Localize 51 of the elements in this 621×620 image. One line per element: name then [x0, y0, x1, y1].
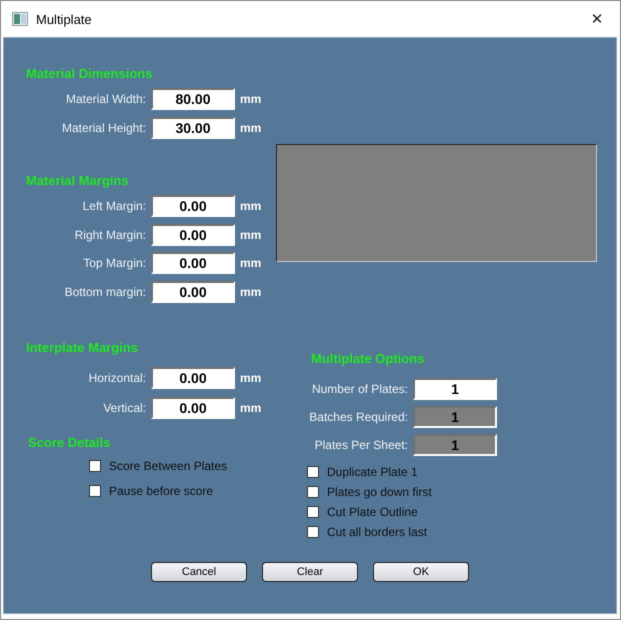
field-label: Right Margin: — [74, 228, 147, 242]
number-field[interactable]: 0.00 — [151, 280, 235, 303]
app-icon — [12, 12, 28, 26]
section-heading: Material Dimensions — [26, 66, 154, 82]
unit-label: mm — [240, 400, 262, 415]
dialog-button[interactable]: Cancel — [151, 562, 247, 582]
number-field[interactable]: 30.00 — [151, 116, 235, 139]
unit-label: mm — [240, 92, 262, 106]
section-heading: Interplate Margins — [26, 340, 139, 356]
unit-label: mm — [240, 120, 262, 135]
window-title: Multiplate — [36, 12, 92, 26]
checkbox-label: Plates go down first — [327, 484, 432, 498]
checkbox[interactable] — [89, 485, 101, 498]
checkbox[interactable] — [307, 506, 319, 518]
number-field[interactable]: 0.00 — [151, 252, 235, 274]
unit-label: mm — [240, 228, 262, 242]
field-label: Material Height: — [60, 120, 147, 135]
field-label: Plates Per Sheet: — [314, 438, 409, 452]
checkbox-label: Score Between Plates — [109, 459, 228, 474]
unit-label: mm — [240, 256, 262, 270]
section-heading: Score Details — [28, 434, 112, 451]
unit-label: mm — [240, 370, 262, 385]
dialog-button[interactable]: OK — [373, 562, 469, 582]
field-label: Left Margin: — [82, 199, 147, 214]
field-label: Top Margin: — [82, 256, 147, 270]
field-label: Horizontal: — [88, 370, 147, 385]
checkbox-label: Pause before score — [109, 484, 214, 498]
field-label: Material Width: — [64, 92, 147, 106]
unit-label: mm — [240, 284, 262, 299]
field-label: Vertical: — [102, 400, 147, 415]
checkbox[interactable] — [89, 460, 101, 472]
field-label: Bottom margin: — [64, 284, 147, 299]
checkbox-label: Duplicate Plate 1 — [327, 464, 418, 478]
unit-label: mm — [240, 199, 262, 214]
number-field[interactable]: 1 — [413, 378, 497, 400]
number-field[interactable]: 0.00 — [151, 396, 235, 419]
dialog-button[interactable]: Clear — [262, 562, 358, 582]
section-heading: Material Margins — [26, 173, 130, 190]
checkbox[interactable] — [307, 526, 319, 538]
number-field[interactable]: 80.00 — [151, 88, 235, 110]
field-label: Batches Required: — [308, 410, 409, 424]
section-heading: Multiplate Options — [310, 351, 426, 367]
number-field[interactable]: 0.00 — [151, 195, 235, 218]
field-label: Number of Plates: — [310, 382, 409, 396]
checkbox-label: Cut Plate Outline — [327, 504, 418, 518]
number-field[interactable]: 0.00 — [151, 224, 235, 246]
checkbox[interactable] — [307, 466, 319, 478]
number-field[interactable]: 0.00 — [151, 366, 235, 389]
checkbox-label: Cut all borders last — [327, 524, 428, 538]
close-button[interactable]: ✕ — [574, 1, 620, 37]
checkbox[interactable] — [307, 486, 319, 498]
